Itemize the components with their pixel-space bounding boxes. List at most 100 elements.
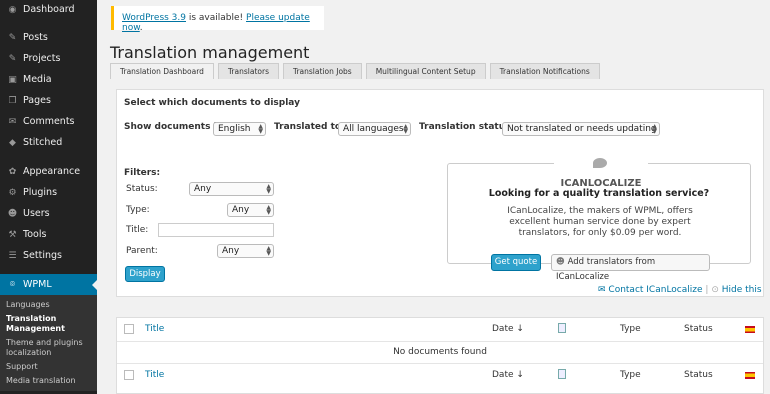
dashboard-icon: ◉ [8, 4, 17, 15]
title-filter-label: Title: [126, 225, 149, 235]
page-title: Translation management [110, 43, 310, 62]
plug-icon: ⚙ [8, 187, 17, 198]
date-column-label: Date [492, 324, 514, 334]
table-header-row: Title Date ↓ Type Status [117, 318, 763, 341]
notice-end: . [139, 23, 143, 33]
promo-links: ✉ Contact ICanLocalize | ⊙ Hide this [598, 285, 762, 295]
divider [117, 341, 763, 342]
wpml-icon: ⌾ [9, 279, 16, 290]
icanlocalize-promo-box: ICANLOCALIZE Looking for a quality trans… [447, 154, 751, 282]
sidebar-item-settings[interactable]: ☰ Settings [0, 245, 97, 266]
wrench-icon: ⚒ [8, 229, 17, 240]
sidebar-item-label: Pages [23, 95, 51, 106]
type-filter-label: Type: [126, 205, 150, 215]
sidebar-item-pages[interactable]: ❐ Pages [0, 90, 97, 111]
type-column-footer: Type [620, 370, 641, 380]
sort-arrow-icon: ↓ [516, 324, 524, 334]
sidebar-item-media[interactable]: ▣ Media [0, 69, 97, 90]
documents-table: Title Date ↓ Type Status No documents fo… [116, 317, 764, 394]
submenu-item[interactable]: Theme and plugins localization [0, 336, 97, 360]
sidebar-item-stitched[interactable]: ◆ Stitched [0, 132, 97, 153]
submenu-item[interactable]: Translation Management [0, 312, 97, 336]
parent-filter-value: Any [222, 246, 240, 256]
submenu-item[interactable]: Support [0, 360, 97, 374]
contact-icon: ✉ [598, 285, 609, 295]
select-all-checkbox[interactable] [124, 370, 134, 380]
title-column-header[interactable]: Title [145, 324, 164, 334]
pin-icon: ✎ [8, 53, 17, 64]
add-user-icon: ☻ [556, 257, 568, 267]
parent-filter-select[interactable]: Any ▲ ▼ [217, 244, 274, 258]
select-arrows-icon: ▲ ▼ [403, 123, 408, 135]
display-button[interactable]: Display [125, 266, 165, 282]
wpml-submenu: Languages Translation Management Theme and… [0, 295, 97, 391]
sidebar-item-plugins[interactable]: ⚙ Plugins [0, 182, 97, 203]
hide-this-link[interactable]: Hide this [722, 285, 762, 295]
brush-icon: ✿ [8, 166, 17, 177]
select-all-checkbox[interactable] [124, 324, 134, 334]
type-filter-value: Any [232, 205, 250, 215]
tab-multilingual-content-setup[interactable]: Multilingual Content Setup [365, 63, 486, 79]
main-content: WordPress 3.9 is available! Please updat… [97, 0, 770, 394]
sidebar-item-label: Tools [23, 229, 47, 240]
submenu-item[interactable]: Media translation [0, 374, 97, 388]
sidebar-item-wpml[interactable]: ⌾ WPML [0, 274, 97, 295]
type-column-header: Type [620, 324, 641, 334]
translation-status-select[interactable]: Not translated or needs updating ▲ ▼ [502, 122, 660, 136]
add-translators-label: Add translators from ICanLocalize [556, 257, 656, 282]
type-filter-select[interactable]: Any ▲ ▼ [227, 203, 274, 217]
sidebar-item-comments[interactable]: ✉ Comments [0, 111, 97, 132]
tab-translation-notifications[interactable]: Translation Notifications [489, 63, 600, 79]
stitched-icon: ◆ [9, 137, 16, 148]
sidebar-item-projects[interactable]: ✎ Projects [0, 48, 97, 69]
sidebar-item-label: Comments [23, 116, 75, 127]
select-arrows-icon: ▲ ▼ [266, 245, 271, 257]
translation-status-value: Not translated or needs updating [507, 124, 657, 134]
sidebar-item-dashboard[interactable]: ◉ Dashboard [0, 0, 97, 20]
icanlocalize-logo-icon [592, 158, 607, 168]
tab-translation-jobs[interactable]: Translation Jobs [282, 63, 362, 79]
filters-heading: Filters: [124, 168, 161, 178]
show-documents-select[interactable]: English ▲ ▼ [213, 122, 266, 136]
user-icon: ☻ [7, 208, 18, 219]
icanlocalize-logo: ICANLOCALIZE [554, 154, 648, 189]
sidebar-item-appearance[interactable]: ✿ Appearance [0, 161, 97, 182]
select-arrows-icon: ▲ ▼ [266, 204, 271, 216]
status-filter-select[interactable]: Any ▲ ▼ [189, 182, 274, 196]
status-column-header: Status [684, 324, 713, 334]
sort-arrow-icon: ↓ [516, 370, 524, 380]
tab-translation-dashboard[interactable]: Translation Dashboard [110, 63, 214, 79]
sidebar-item-label: Users [23, 208, 50, 219]
documents-filter-panel: Select which documents to display Show d… [116, 89, 764, 297]
contact-icanlocalize-link[interactable]: Contact ICanLocalize [608, 285, 702, 295]
translated-to-value: All languages [343, 124, 404, 134]
date-column-header[interactable]: Date ↓ [492, 324, 524, 334]
wordpress-version-link[interactable]: WordPress 3.9 [122, 13, 186, 23]
date-column-footer[interactable]: Date ↓ [492, 370, 524, 380]
status-column-footer: Status [684, 370, 713, 380]
show-documents-value: English [218, 124, 251, 134]
get-quote-button[interactable]: Get quote [491, 254, 541, 271]
section-title: Select which documents to display [124, 98, 300, 108]
translated-to-select[interactable]: All languages ▲ ▼ [338, 122, 411, 136]
document-icon [558, 369, 566, 379]
tab-translators[interactable]: Translators [217, 63, 279, 79]
sidebar-item-users[interactable]: ☻ Users [0, 203, 97, 224]
select-arrows-icon: ▲ ▼ [266, 183, 271, 195]
select-arrows-icon: ▲ ▼ [258, 123, 263, 135]
settings-icon: ☰ [8, 250, 17, 261]
add-translators-button[interactable]: ☻ Add translators from ICanLocalize [551, 254, 710, 282]
sidebar-item-label: Media [23, 74, 52, 85]
admin-sidebar: ◉ Dashboard ✎ Posts ✎ Projects ▣ Media ❐ Pages ✉ Co… [0, 0, 97, 394]
title-filter-input[interactable] [158, 223, 274, 237]
sidebar-item-label: Appearance [23, 166, 81, 177]
update-notice: WordPress 3.9 is available! Please updat… [111, 6, 324, 33]
title-column-footer[interactable]: Title [145, 370, 164, 380]
translation-status-label: Translation status: [419, 122, 515, 132]
sidebar-item-posts[interactable]: ✎ Posts [0, 27, 97, 48]
sidebar-item-label: Stitched [23, 137, 63, 148]
no-documents-message: No documents found [393, 347, 487, 357]
hide-icon: ⊙ [711, 285, 722, 295]
sidebar-item-tools[interactable]: ⚒ Tools [0, 224, 97, 245]
submenu-item[interactable]: Languages [0, 298, 97, 312]
